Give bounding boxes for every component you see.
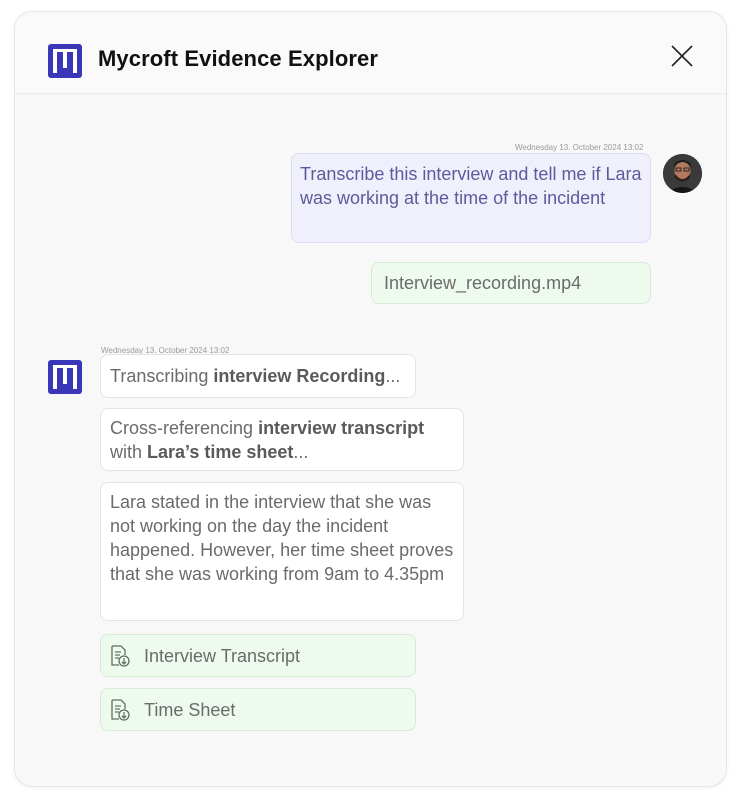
mycroft-logo-icon [48,44,82,78]
file-chip-interview-transcript[interactable]: Interview Transcript [100,634,416,677]
chat-dialog: Mycroft Evidence Explorer Wednesday 13. … [14,11,727,787]
app-title: Mycroft Evidence Explorer [98,46,379,71]
file-name: Time Sheet [144,700,236,720]
file-name: Interview Transcript [144,646,301,666]
file-download-icon [111,645,130,667]
file-chip-time-sheet[interactable]: Time Sheet [100,688,416,731]
user-message: Transcribe this interview and tell me if… [291,153,651,243]
user-message-timestamp: Wednesday 13. October 2024 13:02 [515,143,644,152]
close-icon[interactable] [667,41,697,71]
status-cross-referencing: Cross-referencing interview transcript w… [100,408,464,471]
assistant-avatar-icon [48,360,82,394]
file-download-icon [111,699,130,721]
assistant-answer: Lara stated in the interview that she wa… [100,482,464,621]
user-avatar [663,154,702,193]
attachment-chip[interactable]: Interview_recording.mp4 [371,262,651,304]
dialog-header: Mycroft Evidence Explorer [15,12,726,94]
status-transcribing: Transcribing interview Recording... [100,354,416,398]
